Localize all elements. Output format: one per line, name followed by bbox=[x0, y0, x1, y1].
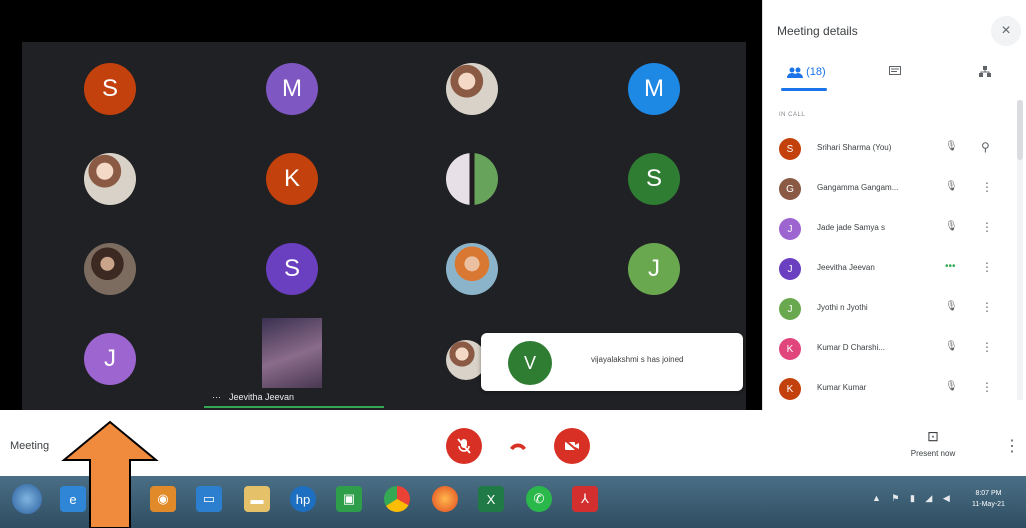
avatar: S bbox=[779, 138, 801, 160]
avatar: K bbox=[779, 338, 801, 360]
list-item[interactable]: J Jeevitha Jeevan ••• ⋮ bbox=[763, 252, 1021, 286]
participant-name: Jeevitha Jeevan bbox=[817, 263, 875, 272]
pdf-icon[interactable]: ⅄ bbox=[572, 486, 598, 512]
activities-icon bbox=[979, 66, 991, 77]
panel-title: Meeting details bbox=[777, 24, 858, 38]
avatar: J bbox=[779, 218, 801, 240]
more-options-icon[interactable]: ⋮ bbox=[981, 220, 993, 234]
panel-tabs: (18) bbox=[763, 56, 1026, 92]
start-button[interactable] bbox=[12, 484, 42, 514]
active-tab-indicator bbox=[781, 88, 827, 91]
clock[interactable]: 8:07 PM 11-May-21 bbox=[972, 488, 1005, 510]
people-count: (18) bbox=[806, 66, 826, 78]
participant-name: Gangamma Gangam... bbox=[817, 183, 899, 192]
scrollbar[interactable] bbox=[1017, 100, 1023, 400]
more-options-icon[interactable]: ⋮ bbox=[981, 380, 993, 394]
more-options-icon[interactable]: ⋮ bbox=[981, 300, 993, 314]
avatar: G bbox=[779, 178, 801, 200]
mic-off-icon: 🎙 bbox=[945, 141, 958, 152]
close-icon: × bbox=[1001, 22, 1011, 39]
list-item[interactable]: J Jyothi n Jyothi 🎙 ⋮ bbox=[763, 292, 1021, 326]
mic-activity-icon: ··· bbox=[212, 392, 221, 402]
participant-tile[interactable]: J bbox=[628, 243, 680, 295]
scrollbar-thumb[interactable] bbox=[1017, 100, 1023, 160]
participant-tile[interactable] bbox=[446, 243, 498, 295]
hang-up-icon bbox=[510, 443, 526, 450]
participant-tile[interactable] bbox=[446, 340, 486, 380]
file-explorer-icon[interactable]: ▬ bbox=[244, 486, 270, 512]
system-tray[interactable]: ▲ ⚑ ▮ ◢ ◀ bbox=[872, 493, 954, 504]
leave-call-button[interactable] bbox=[500, 428, 536, 464]
list-item[interactable]: K Kumar D Charshi... 🎙 ⋮ bbox=[763, 332, 1021, 366]
app-icon[interactable]: ▭ bbox=[196, 486, 222, 512]
more-options-icon[interactable]: ⋮ bbox=[981, 340, 993, 354]
avatar: J bbox=[779, 298, 801, 320]
participant-tile[interactable]: S bbox=[84, 63, 136, 115]
app-icon[interactable]: ▣ bbox=[336, 486, 362, 512]
participant-name: Jyothi n Jyothi bbox=[817, 303, 868, 312]
excel-icon[interactable]: X bbox=[478, 486, 504, 512]
mic-off-icon: 🎙 bbox=[945, 221, 958, 232]
avatar: K bbox=[779, 378, 801, 400]
avatar: J bbox=[779, 258, 801, 280]
firefox-icon[interactable] bbox=[432, 486, 458, 512]
meeting-details-panel: Meeting details × (18) IN CALL S Srihari… bbox=[762, 0, 1026, 410]
camera-toggle-button[interactable] bbox=[554, 428, 590, 464]
mic-off-icon bbox=[457, 438, 471, 454]
avatar: V bbox=[508, 341, 552, 385]
present-label: Present now bbox=[910, 449, 956, 458]
participant-tile[interactable]: M bbox=[628, 63, 680, 115]
hp-icon[interactable]: hp bbox=[290, 486, 316, 512]
participant-tile[interactable]: M bbox=[266, 63, 318, 115]
present-icon: ⊡ bbox=[927, 428, 939, 444]
participant-name: Jade jade Samya s bbox=[817, 223, 886, 232]
mic-off-icon: 🎙 bbox=[945, 301, 958, 312]
section-label: IN CALL bbox=[779, 112, 806, 118]
more-options-icon[interactable]: ⋮ bbox=[981, 180, 993, 194]
present-now-button[interactable]: ⊡ Present now bbox=[893, 428, 973, 458]
mic-off-icon: 🎙 bbox=[945, 181, 958, 192]
pin-icon[interactable]: ⚲ bbox=[981, 140, 990, 154]
participant-tile[interactable]: S bbox=[266, 243, 318, 295]
participant-tile[interactable] bbox=[84, 153, 136, 205]
mic-off-icon: 🎙 bbox=[945, 381, 958, 392]
meeting-details-link[interactable]: Meeting bbox=[10, 440, 49, 452]
speaker-name-chip: ··· Jeevitha Jeevan bbox=[204, 388, 384, 408]
participant-tile[interactable] bbox=[446, 153, 498, 205]
mic-toggle-button[interactable] bbox=[446, 428, 482, 464]
annotation-arrow bbox=[61, 420, 159, 528]
tab-people[interactable]: (18) bbox=[787, 66, 826, 78]
clock-date: 11-May-21 bbox=[972, 501, 1005, 508]
mic-off-icon: 🎙 bbox=[945, 341, 958, 352]
participant-name: Srihari Sharma (You) bbox=[817, 143, 892, 152]
more-options-icon[interactable]: ⋮ bbox=[981, 260, 993, 274]
participant-name: Kumar Kumar bbox=[817, 383, 867, 392]
join-message: vijayalakshmi s has joined bbox=[591, 355, 684, 364]
more-options-icon[interactable]: ⋮ bbox=[1004, 436, 1020, 456]
participant-tile[interactable]: J bbox=[84, 333, 136, 385]
participant-tile[interactable] bbox=[84, 243, 136, 295]
list-item[interactable]: S Srihari Sharma (You) 🎙 ⚲ bbox=[763, 132, 1021, 166]
camera-off-icon bbox=[564, 439, 580, 453]
speaking-icon: ••• bbox=[945, 261, 956, 272]
join-notification: V vijayalakshmi s has joined bbox=[481, 333, 743, 391]
participant-tile[interactable]: K bbox=[266, 153, 318, 205]
people-icon bbox=[787, 67, 803, 78]
participant-name: Kumar D Charshi... bbox=[817, 343, 886, 352]
close-button[interactable]: × bbox=[991, 16, 1021, 46]
chat-icon bbox=[889, 66, 901, 75]
tab-chat[interactable] bbox=[889, 66, 901, 80]
speaker-name: Jeevitha Jeevan bbox=[229, 392, 295, 402]
clock-time: 8:07 PM bbox=[975, 490, 1002, 497]
list-item[interactable]: G Gangamma Gangam... 🎙 ⋮ bbox=[763, 172, 1021, 206]
whatsapp-icon[interactable]: ✆ bbox=[526, 486, 552, 512]
participant-tile[interactable] bbox=[446, 63, 498, 115]
tab-activities[interactable] bbox=[979, 66, 991, 81]
video-stage: S M M K S S J J ··· Jeevitha Jeevan V vi… bbox=[0, 0, 762, 410]
list-item[interactable]: J Jade jade Samya s 🎙 ⋮ bbox=[763, 212, 1021, 246]
chrome-icon[interactable] bbox=[384, 486, 410, 512]
list-item[interactable]: K Kumar Kumar 🎙 ⋮ bbox=[763, 372, 1021, 406]
participant-tile[interactable]: S bbox=[628, 153, 680, 205]
